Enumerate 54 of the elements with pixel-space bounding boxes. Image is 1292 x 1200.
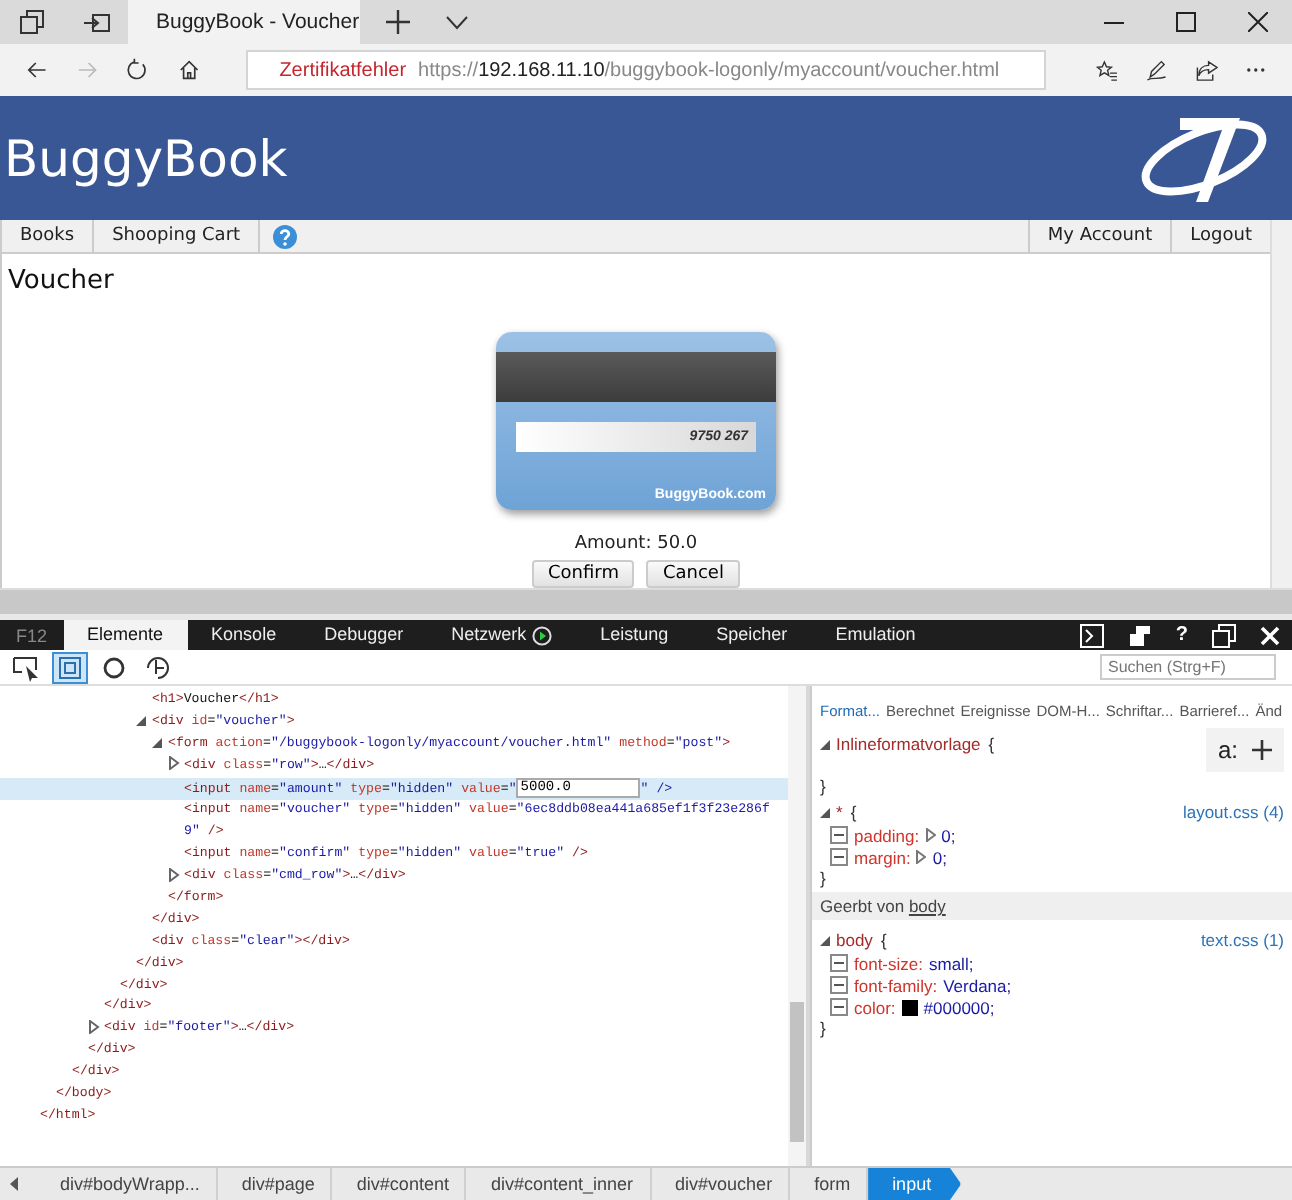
brace: }	[820, 1018, 828, 1038]
help-label[interactable]: ?	[1175, 624, 1188, 646]
brace: {	[988, 734, 995, 754]
search-field[interactable]: Suchen (Strg+F)	[1100, 654, 1276, 680]
breadcrumb-item[interactable]: div#page	[217, 1168, 333, 1200]
property-value: 0;	[941, 825, 956, 845]
property-value: small;	[929, 953, 974, 973]
breadcrumb-item[interactable]: input	[868, 1168, 962, 1200]
devtools-tab[interactable]: Konsole	[187, 620, 301, 650]
nav-link[interactable]: Books	[2, 220, 95, 252]
source-link[interactable]: layout.css (4)	[1182, 802, 1284, 822]
nav-link[interactable]: My Account	[1027, 220, 1171, 252]
amount-value: 50.0	[657, 534, 698, 554]
breadcrumb-item[interactable]: div#voucher	[651, 1168, 791, 1200]
property-name: padding:	[854, 825, 920, 845]
source-link[interactable]: text.css (1)	[1200, 930, 1284, 950]
breadcrumb-item[interactable]: div#bodyWrapp...	[36, 1168, 218, 1200]
breadcrumb-item[interactable]: div#content	[332, 1168, 467, 1200]
devtools-tab[interactable]: Debugger	[300, 620, 428, 650]
property-name: margin:	[854, 847, 911, 867]
css-selector: body	[836, 930, 873, 950]
property-name: font-size:	[854, 953, 923, 973]
breadcrumb-item[interactable]: div#content_inner	[466, 1168, 652, 1200]
pseudo-class-button[interactable]: a:	[1217, 736, 1238, 764]
element-link[interactable]: body	[908, 896, 946, 916]
inherited-label: Geerbt von	[820, 896, 905, 916]
page-heading: Voucher	[8, 266, 114, 296]
nav-link[interactable]: Shooping Cart	[94, 220, 261, 252]
brace: {	[880, 930, 887, 950]
brace: }	[820, 776, 828, 796]
form-button[interactable]: Cancel	[646, 560, 740, 588]
brace: }	[820, 868, 828, 888]
devtools-tab[interactable]: Emulation	[811, 620, 940, 650]
address-bar[interactable]: Zertifikatfehler https://192.168.11.10/buggybook-logonly/myaccount/voucher.html	[245, 50, 1046, 90]
css-selector: *	[836, 802, 843, 822]
brace: {	[850, 802, 857, 822]
property-name: font-family:	[854, 975, 938, 995]
devtools-tab[interactable]: Netzwerk	[427, 620, 577, 650]
devtools-tab[interactable]: Elemente	[63, 620, 188, 650]
f12-label: F12	[14, 625, 50, 645]
url-text: https://192.168.11.10/buggybook-logonly/myaccount/voucher.html	[418, 59, 1000, 81]
form-button[interactable]: Confirm	[532, 560, 635, 588]
browser-tab[interactable]: BuggyBook - Voucher	[128, 0, 360, 44]
devtools-tab[interactable]: Speicher	[692, 620, 812, 650]
amount-label: Amount:	[574, 534, 652, 554]
css-selector: Inlineformatvorlage	[836, 734, 981, 754]
property-value: Verdana;	[943, 975, 1012, 995]
property-value: #000000;	[923, 997, 995, 1017]
devtools-tab[interactable]: Leistung	[576, 620, 693, 650]
property-value: 0;	[932, 847, 947, 867]
site-title[interactable]: BuggyBook	[4, 129, 288, 187]
certificate-error-label[interactable]: Zertifikatfehler	[279, 59, 407, 81]
property-name: color:	[854, 997, 896, 1017]
tab-title: BuggyBook - Voucher	[156, 10, 360, 34]
